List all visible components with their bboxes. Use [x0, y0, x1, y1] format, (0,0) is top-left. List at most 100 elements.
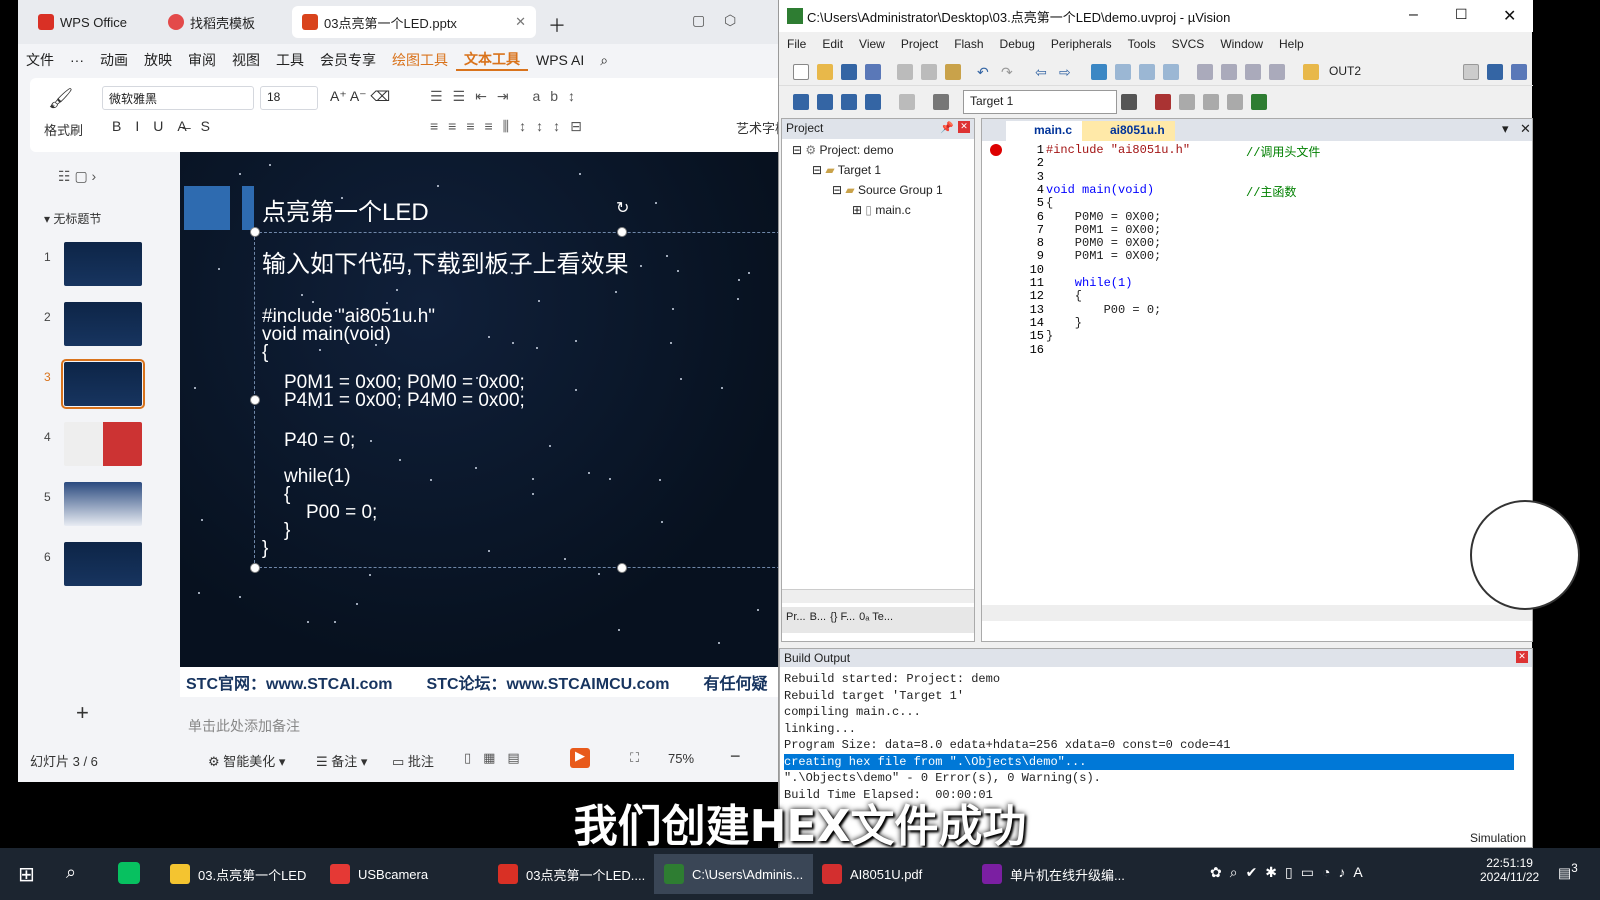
outline-icon[interactable]: ☷ ▢ ›	[58, 168, 96, 185]
paste-icon[interactable]	[945, 64, 961, 80]
tab-template[interactable]: 找稻壳模板	[158, 6, 265, 38]
resize-handle[interactable]	[617, 563, 627, 573]
taskbar-item[interactable]: 03.点亮第一个LED	[160, 854, 316, 894]
slide-canvas[interactable]: 点亮第一个LED ↻ 输入如下代码,下载到板子上看效果 #include "ai…	[180, 152, 796, 667]
close-icon[interactable]: ✕	[958, 121, 970, 133]
bookmark-next-icon[interactable]	[1139, 64, 1155, 80]
tab-functions[interactable]: {} F...	[830, 611, 855, 629]
notification-icon[interactable]: ▤3	[1558, 862, 1578, 882]
tree-source-group[interactable]: ⊟ ▰ Source Group 1	[832, 183, 943, 197]
menu-flash[interactable]: Flash	[946, 37, 991, 51]
windows-start-icon[interactable]: ⊞	[18, 862, 35, 887]
target-options-icon[interactable]	[1121, 94, 1137, 110]
resize-handle[interactable]	[250, 563, 260, 573]
comment-icon[interactable]	[1245, 64, 1261, 80]
copy-icon[interactable]	[921, 64, 937, 80]
target-select[interactable]: Target 1	[963, 90, 1117, 114]
notes-placeholder[interactable]: 单击此处添加备注	[178, 710, 796, 744]
search-icon[interactable]: ⌕	[66, 862, 76, 883]
tab-pptx[interactable]: 03点亮第一个LED.pptx ✕	[292, 6, 536, 38]
tree-main-c[interactable]: ⊞ ▯ main.c	[852, 203, 911, 217]
indent-icon[interactable]	[1197, 64, 1213, 80]
system-tray-icons[interactable]: ✿⌕✔✱▯▭◔♪A	[1210, 864, 1371, 881]
cube-icon[interactable]: ⬡	[724, 12, 736, 29]
breakpoint-icon[interactable]	[990, 144, 1002, 156]
dropdown-icon[interactable]	[1463, 64, 1479, 80]
menu-more[interactable]: ···	[62, 52, 92, 68]
forward-icon[interactable]: ⇨	[1059, 64, 1075, 80]
slide-subtitle[interactable]: 输入如下代码,下载到板子上看效果	[262, 244, 629, 279]
slide-title[interactable]: 点亮第一个LED	[262, 192, 429, 227]
slide-thumbnail[interactable]	[64, 242, 142, 286]
tab-main-c[interactable]: main.c	[1006, 121, 1082, 141]
menu-view[interactable]: 视图	[224, 50, 268, 70]
code-area[interactable]: 1 #include "ai8051u.h"//调用头文件 2 3 4 void main…	[982, 141, 1532, 601]
font-size-select[interactable]: 18	[260, 86, 318, 110]
font-grow-icon[interactable]: A⁺ A⁻ ⌫	[330, 88, 390, 105]
menu-slideshow[interactable]: 放映	[136, 50, 180, 70]
bookmark-clear-icon[interactable]	[1163, 64, 1179, 80]
font-name-select[interactable]: 微软雅黑	[102, 86, 254, 110]
menu-member[interactable]: 会员专享	[312, 50, 384, 70]
notes-button[interactable]: ☰ 备注 ▾	[316, 751, 367, 770]
zoom-level[interactable]: 75%	[668, 751, 694, 766]
editor-horizontal-scrollbar[interactable]	[982, 605, 1532, 621]
close-icon[interactable]: ✕	[515, 14, 526, 30]
find-in-files-icon[interactable]	[1303, 64, 1319, 80]
minimize-icon[interactable]: –	[1409, 6, 1418, 24]
tree-target[interactable]: ⊟ ▰ Target 1	[812, 163, 881, 177]
search-icon[interactable]: ⌕	[592, 52, 616, 69]
pack-installer-icon[interactable]	[1203, 94, 1219, 110]
tab-ai8051u-h[interactable]: ai8051u.h	[1082, 121, 1175, 141]
menu-help[interactable]: Help	[1271, 37, 1312, 51]
add-slide-button[interactable]: +	[76, 700, 89, 726]
pin-icon[interactable]: 📌	[940, 121, 954, 134]
environment-icon[interactable]	[1227, 94, 1243, 110]
menu-edit[interactable]: Edit	[814, 37, 851, 51]
resize-handle[interactable]	[250, 227, 260, 237]
new-file-icon[interactable]	[793, 64, 809, 80]
open-icon[interactable]	[817, 64, 833, 80]
file-extensions-icon[interactable]	[1179, 94, 1195, 110]
tab-templates[interactable]: 0ₐ Te...	[859, 611, 893, 629]
bookmark-prev-icon[interactable]	[1115, 64, 1131, 80]
menu-svcs[interactable]: SVCS	[1164, 37, 1213, 51]
close-icon[interactable]: ✕	[1503, 6, 1516, 26]
menu-animation[interactable]: 动画	[92, 50, 136, 70]
resize-handle[interactable]	[250, 395, 260, 405]
build-icon[interactable]	[817, 94, 833, 110]
slide-thumbnail[interactable]	[64, 302, 142, 346]
redo-icon[interactable]: ↷	[1001, 64, 1017, 80]
align-icon[interactable]: ≡≡≡≡⫼↕↕↕⊟	[430, 118, 592, 135]
menu-view[interactable]: View	[851, 37, 893, 51]
format-painter-icon[interactable]: 🖌	[48, 86, 73, 111]
cut-icon[interactable]	[897, 64, 913, 80]
rebuild-icon[interactable]	[841, 94, 857, 110]
menu-tools[interactable]: 工具	[268, 50, 312, 70]
menu-file[interactable]: File	[779, 37, 814, 51]
bold-italic-underline-icon[interactable]: BIUA̶S	[112, 118, 224, 134]
search-icon[interactable]	[1487, 64, 1503, 80]
slide-code-block[interactable]: #include "ai8051u.h" void main(void) { P…	[262, 308, 525, 558]
menu-wps-ai[interactable]: WPS AI	[528, 52, 592, 68]
save-icon[interactable]	[841, 64, 857, 80]
maximize-icon[interactable]: ☐	[1455, 6, 1468, 23]
run-time-env-icon[interactable]	[1251, 94, 1267, 110]
horizontal-scrollbar[interactable]	[782, 589, 974, 603]
menu-file[interactable]: 文件	[18, 50, 62, 70]
taskbar-item[interactable]: USBcamera	[320, 854, 438, 894]
view-mode-icon[interactable]: ▯▦▤	[464, 750, 532, 766]
close-icon[interactable]: ✕	[1516, 651, 1528, 663]
zoom-out-icon[interactable]: −	[730, 746, 741, 767]
slide-thumbnail[interactable]	[64, 542, 142, 586]
build-output-text[interactable]: Rebuild started: Project: demo Rebuild ta…	[784, 671, 1514, 803]
tab-list-icon[interactable]: ▾	[1502, 121, 1509, 137]
list-icon[interactable]: ☰☰⇤⇥ ab↕	[430, 88, 585, 105]
tree-project[interactable]: ⊟ ⚙ Project: demo	[792, 143, 894, 157]
format-painter-label[interactable]: 格式刷	[44, 120, 83, 139]
taskbar-item[interactable]: C:\Users\Adminis...	[654, 854, 813, 894]
menu-peripherals[interactable]: Peripherals	[1043, 37, 1120, 51]
download-icon[interactable]	[933, 94, 949, 110]
window-icon[interactable]: ▢	[692, 12, 705, 29]
stop-build-icon[interactable]	[899, 94, 915, 110]
